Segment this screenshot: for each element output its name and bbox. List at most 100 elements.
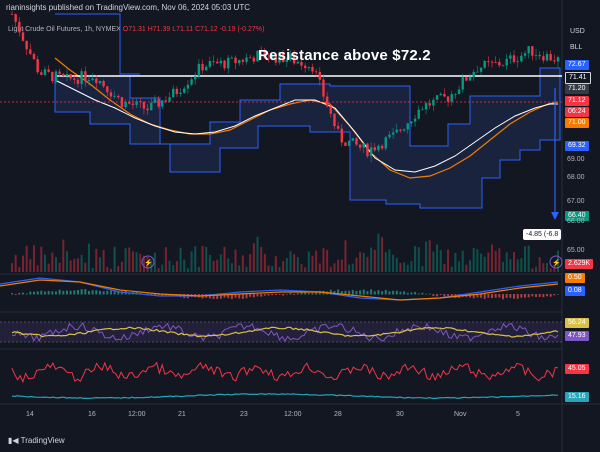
change-callout: -4.85 (-6.8 — [523, 229, 562, 240]
volume-bar — [388, 249, 391, 272]
price-badge: 45.05 — [565, 364, 589, 374]
candle-body — [150, 102, 153, 111]
candle-body — [318, 72, 322, 80]
candle-body — [208, 61, 212, 67]
candle-body — [120, 97, 124, 108]
macd-bar — [505, 294, 508, 298]
candle-body — [223, 60, 226, 69]
macd-bar — [527, 294, 530, 298]
macd-bar — [542, 294, 545, 298]
volume-bar — [216, 259, 219, 272]
volume-bar — [359, 252, 362, 272]
candle-body — [373, 147, 376, 151]
adx-line — [11, 392, 558, 399]
macd-bar — [25, 293, 28, 295]
volume-series — [11, 233, 559, 272]
price-badge: 0.50 — [565, 273, 585, 283]
volume-bar — [54, 257, 57, 272]
volume-bar — [535, 266, 538, 272]
tradingview-logo[interactable]: ▮◀ TradingView — [8, 436, 65, 445]
candle-body — [186, 84, 190, 89]
candle-body — [549, 53, 552, 61]
volume-bar — [289, 251, 292, 272]
candle-body — [205, 66, 208, 71]
volume-bar — [366, 256, 369, 272]
price-tick: 65.00 — [567, 247, 585, 254]
logo-icon: ▮◀ — [8, 436, 21, 445]
candle-body — [212, 61, 215, 62]
candle-body — [454, 93, 457, 95]
unit-label[interactable]: BLL — [570, 44, 596, 51]
candle-body — [219, 60, 223, 64]
candle-body — [241, 59, 245, 62]
volume-bar — [190, 251, 193, 272]
volume-bar — [11, 263, 13, 272]
candle-body — [322, 79, 325, 97]
volume-bar — [377, 233, 380, 272]
macd-bar — [524, 294, 527, 298]
candle-body — [542, 56, 545, 61]
volume-bar — [36, 265, 39, 272]
volume-bar — [274, 256, 277, 272]
macd-bar — [531, 294, 534, 297]
macd-bar — [355, 290, 358, 295]
volume-bar — [293, 254, 296, 272]
candle-body — [421, 109, 424, 111]
volume-bar — [109, 268, 112, 272]
volume-bar — [527, 245, 530, 272]
price-badge: 47.93 — [565, 331, 589, 341]
volume-bar — [201, 245, 204, 272]
candle-body — [490, 61, 494, 63]
candle-body — [175, 88, 179, 95]
volume-bar — [421, 266, 424, 272]
candle-body — [164, 100, 168, 102]
time-tick: 12:00 — [128, 411, 146, 418]
volume-bar — [131, 251, 134, 272]
candle-body — [303, 65, 307, 69]
macd-bar — [406, 292, 409, 295]
volume-bar — [40, 246, 43, 272]
macd-bar — [439, 294, 442, 295]
macd-bar — [520, 294, 523, 298]
volume-bar — [186, 268, 189, 272]
candle-body — [25, 40, 28, 50]
candle-body — [417, 109, 420, 119]
price-channel — [54, 67, 561, 209]
macd-bar — [538, 294, 541, 297]
volume-bar — [62, 239, 65, 272]
candle-body — [201, 63, 204, 71]
macd-bar — [377, 290, 380, 295]
volume-bar — [340, 259, 343, 272]
time-tick: Nov — [454, 411, 467, 418]
macd-bar — [106, 290, 109, 295]
volume-bar — [128, 247, 131, 272]
volume-bar — [120, 261, 123, 272]
volume-bar — [223, 246, 226, 272]
volume-bar — [296, 257, 299, 272]
candle-body — [252, 57, 256, 62]
candle-body — [325, 96, 329, 107]
candle-body — [135, 101, 138, 105]
volume-bar — [69, 260, 72, 272]
macd-bar — [502, 294, 505, 300]
price-badge: 56.24 — [565, 318, 589, 328]
currency-label[interactable]: USD — [570, 28, 596, 35]
time-tick: 30 — [396, 411, 404, 418]
candle-body — [347, 140, 351, 146]
volume-bar — [91, 268, 94, 272]
volume-bar — [450, 266, 453, 272]
candle-body — [523, 53, 527, 56]
candle-body — [538, 54, 541, 57]
candle-body — [216, 61, 219, 64]
volume-bar — [395, 257, 398, 272]
candle-body — [413, 118, 417, 122]
candle-body — [384, 137, 387, 149]
candle-body — [377, 145, 380, 151]
macd-bar — [553, 294, 556, 296]
price-chart[interactable]: ⚡ ⚡ — [0, 0, 600, 452]
volume-bar — [282, 261, 285, 272]
candle-body — [399, 129, 402, 131]
arrow-head-icon — [551, 212, 559, 220]
candle-body — [369, 147, 373, 157]
volume-bar — [491, 244, 494, 272]
